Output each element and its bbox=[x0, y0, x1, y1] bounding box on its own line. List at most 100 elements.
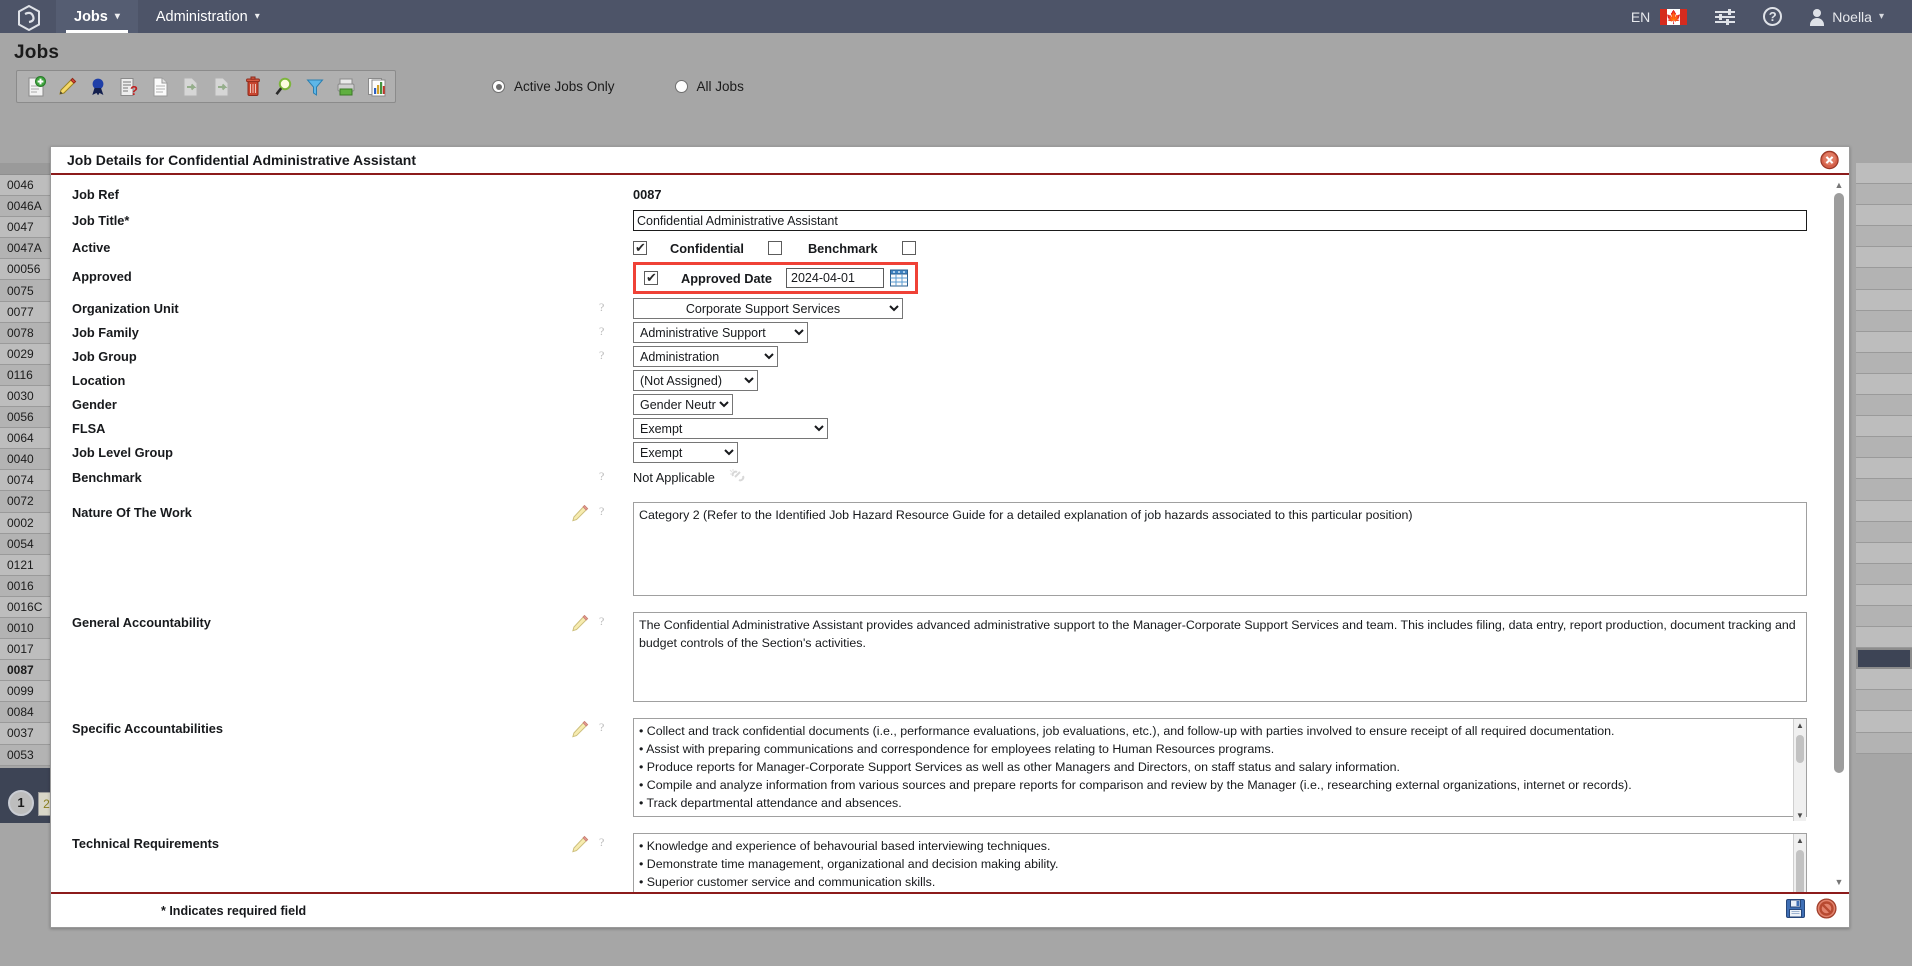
job-list-row-right[interactable] bbox=[1856, 584, 1912, 606]
specific-accountabilities-textarea[interactable]: • Collect and track confidential documen… bbox=[633, 718, 1807, 817]
settings-button[interactable] bbox=[1701, 0, 1749, 33]
job-list-item[interactable]: 0054 bbox=[0, 533, 55, 555]
job-list-item[interactable]: 0064 bbox=[0, 428, 55, 450]
copy-job-button[interactable] bbox=[144, 73, 175, 100]
cancel-button[interactable] bbox=[1816, 897, 1837, 924]
nature-of-work-textarea[interactable]: Category 2 (Refer to the Identified Job … bbox=[633, 502, 1807, 596]
job-list-item[interactable]: 0077 bbox=[0, 301, 55, 323]
job-list-row-right[interactable] bbox=[1856, 648, 1912, 670]
approved-date-input[interactable] bbox=[786, 268, 885, 288]
scroll-up-arrow-icon[interactable]: ▲ bbox=[1794, 719, 1806, 731]
job-list-item[interactable]: 0084 bbox=[0, 702, 55, 724]
job-list-row-right[interactable] bbox=[1856, 627, 1912, 649]
print-button[interactable] bbox=[330, 73, 361, 100]
job-list-item[interactable]: 0029 bbox=[0, 343, 55, 365]
help-question-icon[interactable]: ? bbox=[599, 835, 610, 854]
calendar-picker-icon[interactable] bbox=[889, 268, 909, 288]
job-list-row-right[interactable] bbox=[1856, 352, 1912, 374]
job-list-row-right[interactable] bbox=[1856, 605, 1912, 628]
technical-requirements-scrollbar[interactable]: ▲ ▼ bbox=[1793, 834, 1806, 892]
job-level-group-select[interactable]: Exempt bbox=[633, 442, 738, 463]
job-title-input[interactable] bbox=[633, 210, 1807, 231]
export-button[interactable] bbox=[206, 73, 237, 100]
help-question-icon[interactable]: ? bbox=[599, 504, 610, 523]
job-family-select[interactable]: Administrative Support bbox=[633, 322, 808, 343]
job-list-row-right[interactable] bbox=[1856, 458, 1912, 480]
save-button[interactable] bbox=[1785, 898, 1806, 924]
import-button[interactable] bbox=[175, 73, 206, 100]
job-list-row-right[interactable] bbox=[1856, 184, 1912, 206]
app-logo[interactable] bbox=[0, 0, 56, 33]
search-button[interactable] bbox=[268, 73, 299, 100]
job-list-row-right[interactable] bbox=[1856, 331, 1912, 353]
language-selector[interactable]: EN 🍁 bbox=[1617, 0, 1701, 33]
dialog-scrollbar-thumb[interactable] bbox=[1834, 193, 1844, 773]
job-list-item[interactable]: 0046A bbox=[0, 196, 55, 218]
job-list-item[interactable]: 0047 bbox=[0, 217, 55, 239]
nav-tab-administration[interactable]: Administration ▾ bbox=[138, 0, 278, 33]
help-question-icon[interactable]: ? bbox=[599, 348, 610, 367]
job-list-row-right[interactable] bbox=[1856, 690, 1912, 712]
technical-requirements-textarea[interactable]: • Knowledge and experience of behavouria… bbox=[633, 833, 1807, 892]
job-list-row-right[interactable] bbox=[1856, 732, 1912, 754]
flsa-select[interactable]: Exempt bbox=[633, 418, 828, 439]
help-question-icon[interactable]: ? bbox=[599, 324, 610, 343]
job-list-item[interactable]: 0056 bbox=[0, 407, 55, 429]
job-list-item[interactable]: 0016C bbox=[0, 596, 55, 618]
job-list-item[interactable]: 0121 bbox=[0, 554, 55, 576]
user-menu[interactable]: Noella ▾ bbox=[1796, 0, 1898, 33]
job-list-row-right[interactable] bbox=[1856, 373, 1912, 396]
job-list-item[interactable]: 0074 bbox=[0, 470, 55, 492]
help-button[interactable]: ? bbox=[1749, 0, 1796, 33]
job-list-item[interactable]: 0053 bbox=[0, 744, 55, 766]
edit-pencil-icon[interactable] bbox=[571, 835, 589, 853]
job-list-row-right[interactable] bbox=[1856, 563, 1912, 585]
job-list-item[interactable]: 0010 bbox=[0, 617, 55, 640]
edit-pencil-icon[interactable] bbox=[571, 614, 589, 632]
job-list-row-right[interactable] bbox=[1856, 289, 1912, 311]
dialog-scroll-up-icon[interactable]: ▲ bbox=[1832, 179, 1846, 191]
job-list-row-right[interactable] bbox=[1856, 521, 1912, 543]
job-list-item[interactable]: 0016 bbox=[0, 575, 55, 597]
benchmark-checkbox[interactable] bbox=[901, 241, 916, 255]
job-list-item[interactable]: 0047A bbox=[0, 238, 55, 260]
dialog-scroll-track[interactable] bbox=[1834, 193, 1844, 874]
location-select[interactable]: (Not Assigned) bbox=[633, 370, 758, 391]
reports-button[interactable] bbox=[361, 73, 392, 100]
job-list-row-right[interactable] bbox=[1856, 395, 1912, 417]
approved-checkbox[interactable] bbox=[644, 270, 658, 285]
job-list-row-right[interactable] bbox=[1856, 500, 1912, 522]
job-list-item[interactable]: 0040 bbox=[0, 449, 55, 471]
help-question-icon[interactable]: ? bbox=[599, 614, 610, 633]
job-list-item[interactable]: 0030 bbox=[0, 385, 55, 408]
specific-accountabilities-scrollbar[interactable]: ▲ ▼ bbox=[1793, 719, 1806, 821]
dialog-scrollbar[interactable]: ▲ ▼ bbox=[1832, 179, 1846, 888]
job-list-row-right[interactable] bbox=[1856, 542, 1912, 564]
job-list-item[interactable]: 0078 bbox=[0, 322, 55, 344]
gender-select[interactable]: Gender Neutral bbox=[633, 394, 733, 415]
pagination-page-1[interactable]: 1 bbox=[8, 789, 34, 816]
job-group-select[interactable]: Administration bbox=[633, 346, 778, 367]
close-circle-icon[interactable] bbox=[1820, 150, 1839, 170]
job-questionnaire-button[interactable]: ? bbox=[113, 73, 144, 100]
delete-job-button[interactable] bbox=[237, 73, 268, 100]
job-list-row-right[interactable] bbox=[1856, 226, 1912, 248]
filter-button[interactable] bbox=[299, 73, 330, 100]
scrollbar-thumb[interactable] bbox=[1796, 850, 1804, 892]
job-list-row-right[interactable] bbox=[1856, 163, 1912, 185]
edit-job-button[interactable] bbox=[51, 73, 82, 100]
job-list-row-right[interactable] bbox=[1856, 247, 1912, 269]
scrollbar-thumb[interactable] bbox=[1796, 735, 1804, 763]
job-list-row-right[interactable] bbox=[1856, 268, 1912, 290]
edit-pencil-icon[interactable] bbox=[571, 504, 589, 522]
job-list-item[interactable]: 0116 bbox=[0, 364, 55, 386]
general-accountability-textarea[interactable]: The Confidential Administrative Assistan… bbox=[633, 612, 1807, 702]
help-question-icon[interactable]: ? bbox=[599, 300, 610, 319]
dialog-scroll-down-icon[interactable]: ▼ bbox=[1832, 876, 1846, 888]
job-list-item[interactable]: 0037 bbox=[0, 723, 55, 745]
job-list-item[interactable]: 0002 bbox=[0, 512, 55, 534]
radio-active-jobs-only[interactable]: Active Jobs Only bbox=[492, 79, 615, 94]
scroll-down-arrow-icon[interactable]: ▼ bbox=[1794, 809, 1806, 821]
job-list-item[interactable]: 0046 bbox=[0, 175, 55, 197]
confidential-checkbox[interactable] bbox=[767, 241, 782, 255]
